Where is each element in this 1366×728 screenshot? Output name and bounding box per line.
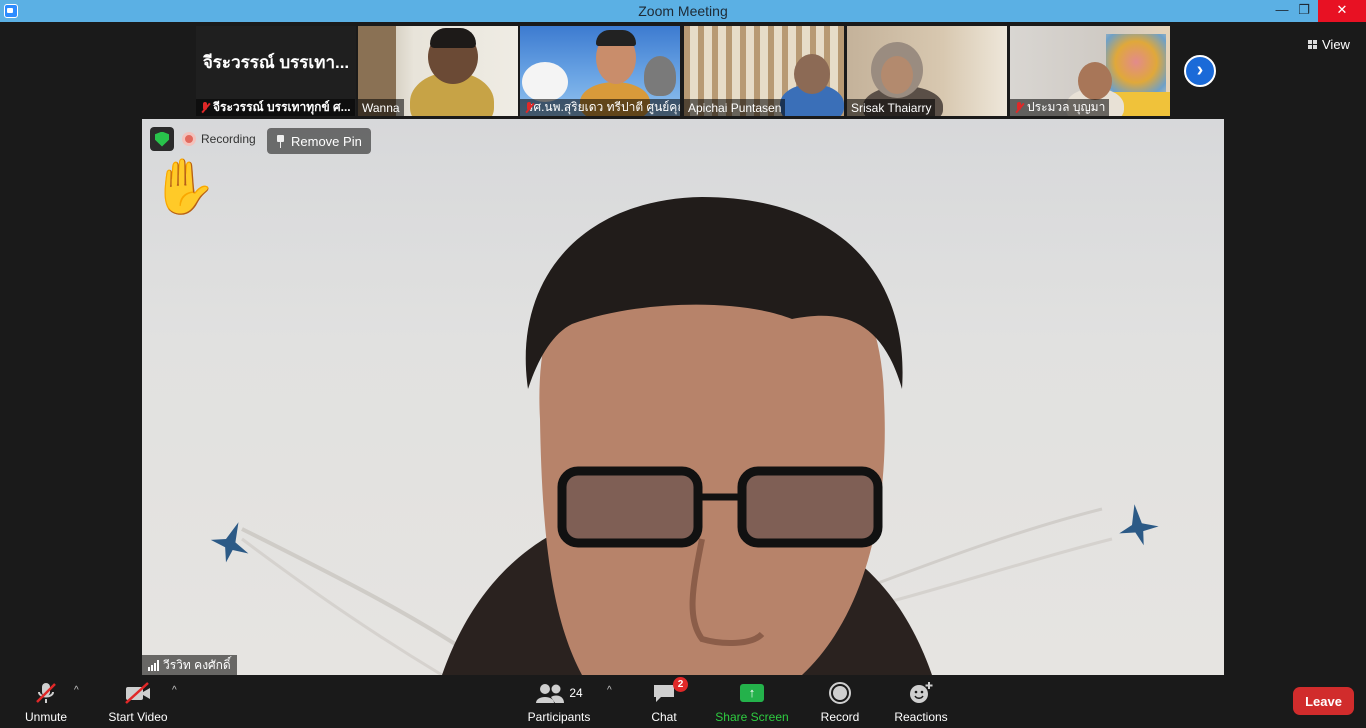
- start-video-button[interactable]: Start Video: [104, 679, 172, 725]
- participants-count: 24: [569, 686, 583, 700]
- participant-label: Apichai Puntasen: [684, 99, 786, 116]
- participant-strip: จีระวรรณ์ บรรเทา... จีระวรรณ์ บรรเทาทุกข…: [0, 22, 1366, 119]
- participant-face: [881, 56, 913, 94]
- start-video-label: Start Video: [108, 710, 168, 724]
- participant-hair: [430, 28, 476, 48]
- participants-icon: [536, 684, 565, 703]
- participant-label: ประมวล บุญมา: [1010, 99, 1110, 116]
- signal-strength-icon: [148, 659, 159, 671]
- participant-name: Wanna: [362, 100, 400, 115]
- share-screen-label: Share Screen: [715, 710, 789, 724]
- grid-icon: [1308, 39, 1318, 49]
- participant-label: Wanna: [358, 99, 404, 116]
- pin-icon: [276, 134, 285, 148]
- participant-thumbnail[interactable]: Srisak Thaiarry: [847, 26, 1007, 116]
- view-button[interactable]: View: [1302, 33, 1358, 55]
- speaker-name-label: วีรวิท คงศักดิ์: [142, 655, 237, 675]
- audio-options-caret[interactable]: ^: [74, 685, 79, 696]
- close-button[interactable]: ✕: [1318, 0, 1366, 22]
- chat-icon: 2: [652, 677, 688, 707]
- chat-unread-badge: 2: [673, 677, 688, 692]
- unmute-label: Unmute: [24, 710, 68, 724]
- recording-indicator[interactable]: Recording: [182, 129, 256, 149]
- jet-left: [210, 522, 249, 563]
- participant-name: Srisak Thaiarry: [851, 100, 932, 115]
- reactions-icon: [908, 679, 934, 707]
- raised-hand-icon: ✋: [150, 157, 218, 217]
- speaker-name: วีรวิท คงศักดิ์: [163, 657, 231, 672]
- participant-name: รศ.นพ.สุริยเดว ทรีปาตี ศูนย์คุณธ...: [527, 100, 680, 114]
- participant-thumbnail[interactable]: จีระวรรณ์ บรรเทา... จีระวรรณ์ บรรเทาทุกข…: [196, 26, 356, 116]
- title-bar: Zoom Meeting — ❐ ✕: [0, 0, 1366, 22]
- mic-muted-icon: [1014, 101, 1024, 114]
- record-button[interactable]: Record: [818, 679, 862, 725]
- mic-muted-icon: [33, 679, 59, 707]
- participant-name: จีระวรรณ์ บรรเทาทุกข์ ศ...: [213, 100, 351, 114]
- share-screen-button[interactable]: ↑ Share Screen: [714, 679, 790, 725]
- participant-name: ประมวล บุญมา: [1027, 100, 1106, 114]
- record-dot-icon: [182, 132, 196, 146]
- security-shield-icon[interactable]: [150, 127, 174, 151]
- participant-name: Apichai Puntasen: [688, 100, 782, 115]
- chat-button[interactable]: 2 Chat: [645, 677, 688, 725]
- next-page-button[interactable]: ›: [1184, 55, 1216, 87]
- participant-thumbnail[interactable]: Apichai Puntasen: [684, 26, 844, 116]
- cartoon-character: [644, 56, 676, 96]
- mic-muted-icon: [200, 101, 210, 114]
- view-label: View: [1322, 36, 1350, 52]
- reactions-label: Reactions: [894, 710, 948, 724]
- smoke-trail: [241, 537, 443, 675]
- participant-head: [1078, 62, 1112, 100]
- participant-label: รศ.นพ.สุริยเดว ทรีปาตี ศูนย์คุณธ...: [520, 99, 680, 116]
- meeting-toolbar: Unmute ^ Start Video ^ 24 Participants ^: [0, 675, 1366, 728]
- participants-options-caret[interactable]: ^: [607, 685, 612, 696]
- chat-label: Chat: [651, 710, 677, 724]
- participant-hair: [596, 30, 636, 46]
- window-title: Zoom Meeting: [638, 3, 728, 19]
- video-options-caret[interactable]: ^: [172, 685, 177, 696]
- participant-head: [794, 54, 830, 94]
- participant-thumbnail[interactable]: รศ.นพ.สุริยเดว ทรีปาตี ศูนย์คุณธ...: [520, 26, 680, 116]
- participant-label: Srisak Thaiarry: [847, 99, 936, 116]
- reactions-button[interactable]: Reactions: [892, 679, 950, 725]
- participants-button[interactable]: 24 Participants: [524, 679, 594, 725]
- unmute-button[interactable]: Unmute: [20, 679, 72, 725]
- record-label: Record: [820, 710, 860, 724]
- participant-thumbnail[interactable]: ประมวล บุญมา: [1010, 26, 1170, 116]
- video-off-icon: [123, 679, 153, 707]
- participant-name-tile: จีระวรรณ์ บรรเทา...: [202, 52, 350, 72]
- participant-label: จีระวรรณ์ บรรเทาทุกข์ ศ...: [196, 99, 355, 116]
- record-icon: [828, 679, 852, 707]
- leave-button[interactable]: Leave: [1293, 687, 1354, 715]
- participants-icon-group: 24: [535, 679, 583, 707]
- participants-label: Participants: [527, 710, 591, 724]
- share-screen-icon-wrap: ↑: [740, 679, 764, 707]
- active-speaker-video: Recording Remove Pin ✋ วีรวิท คงศักดิ์: [142, 119, 1224, 675]
- jet-right: [1119, 504, 1159, 546]
- video-frame-graphic: [210, 197, 1159, 675]
- participant-thumbnail[interactable]: Wanna: [358, 26, 518, 116]
- recording-label: Recording: [201, 132, 256, 146]
- remove-pin-button[interactable]: Remove Pin: [267, 128, 371, 154]
- share-screen-icon: ↑: [740, 684, 764, 702]
- remove-pin-label: Remove Pin: [291, 133, 362, 149]
- cartoon-character: [522, 62, 568, 102]
